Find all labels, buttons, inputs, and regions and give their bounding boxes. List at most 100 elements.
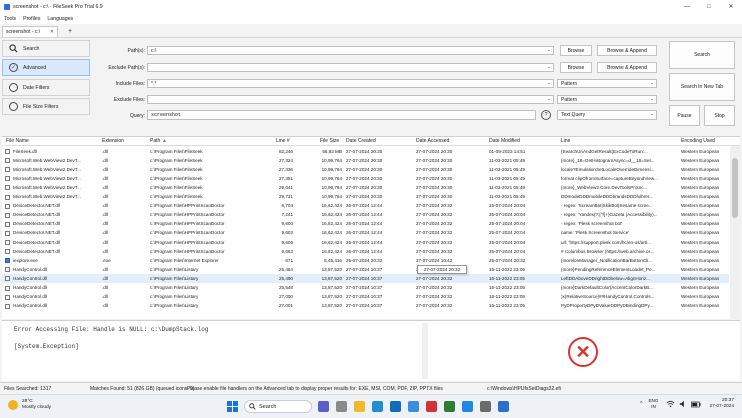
- table-row[interactable]: DeviceDetector.NET.dll .dll c:\Program Fil…: [2, 229, 729, 238]
- mail-icon[interactable]: [408, 401, 419, 412]
- col-date-modified[interactable]: Date Modified: [489, 138, 520, 144]
- cell-date-accessed: 27-07-2024 20:30: [416, 157, 453, 163]
- table-row[interactable]: DeviceDetector.NET.dll .dll c:\Program Fil…: [2, 220, 729, 229]
- browse-append-paths-button[interactable]: Browse & Append: [597, 45, 657, 56]
- table-row[interactable]: HandyControl.dll .dll c:\Program Files\Lis…: [2, 293, 729, 302]
- cell-path: c:\Program Files\Listary: [150, 294, 199, 300]
- lang-bottom: IN: [651, 404, 656, 409]
- maximize-button[interactable]: □: [698, 0, 720, 13]
- nav-search[interactable]: Search: [2, 40, 90, 57]
- exclude-files-mode-select[interactable]: Pattern ⌄: [557, 95, 657, 104]
- col-file-name[interactable]: File Name: [6, 138, 29, 144]
- taskbar-search[interactable]: Search: [244, 400, 312, 413]
- error-x-icon: ✕: [568, 337, 598, 367]
- chevron-down-icon[interactable]: ⌄: [547, 64, 551, 70]
- include-files-input[interactable]: *.* ⌄: [147, 79, 554, 88]
- col-date-accessed[interactable]: Date Accessed: [416, 138, 449, 144]
- language-indicator[interactable]: ENG IN: [648, 398, 658, 410]
- minimize-button[interactable]: —: [676, 0, 698, 13]
- browse-exclude-button[interactable]: Browse: [560, 62, 592, 73]
- task-view-icon[interactable]: [336, 401, 347, 412]
- table-row[interactable]: DeviceDetector.NET.dll .dll c:\Program Fil…: [2, 211, 729, 220]
- pause-button[interactable]: Pause: [669, 105, 700, 126]
- tab-close-icon[interactable]: ✕: [50, 29, 54, 35]
- help-icon[interactable]: ?: [541, 110, 551, 120]
- cell-date-created: 27-07-2024 20:30: [346, 148, 383, 154]
- nav-file-size-filters-label: File Size Filters: [23, 103, 59, 110]
- menu-profiles[interactable]: Profiles: [23, 16, 40, 22]
- table-row[interactable]: HandyControl.dll .dll c:\Program Files\Lis…: [2, 265, 729, 274]
- query-input[interactable]: screenshot: [147, 110, 536, 120]
- table-row[interactable]: DeviceDetector.NET.dll .dll c:\Program Fil…: [2, 238, 729, 247]
- app-icon-2[interactable]: [426, 401, 437, 412]
- tray-overflow-icon[interactable]: ^: [640, 401, 642, 407]
- edge-icon[interactable]: [372, 401, 383, 412]
- table-row[interactable]: HandyControl.dll .dll c:\Program Files\Lis…: [2, 274, 729, 284]
- nav-date-filters[interactable]: Date Filters: [2, 79, 90, 96]
- col-date-created[interactable]: Date Created: [346, 138, 376, 144]
- search-button[interactable]: Search: [669, 41, 735, 69]
- cell-file-size: 16,62,424: [321, 212, 342, 218]
- app-icon-4[interactable]: [462, 401, 473, 412]
- error-scrollbar[interactable]: [422, 323, 428, 379]
- table-row[interactable]: FileSeek.dll .dll c:\Program Files\FileSee…: [2, 147, 729, 156]
- table-row[interactable]: Microsoft.Web.WebView2.DevT... .dll c:\Pro…: [2, 193, 729, 202]
- app-icon-3[interactable]: [444, 401, 455, 412]
- store-icon[interactable]: [390, 401, 401, 412]
- cell-date-modified: 25-07-2024 20:04: [489, 212, 526, 218]
- nav-file-size-filters[interactable]: File Size Filters: [2, 98, 90, 115]
- col-path[interactable]: Path: [150, 138, 160, 144]
- cell-line: {more}_WebView2.Core.DevToolsProtoc...: [561, 184, 648, 190]
- search-new-tab-button[interactable]: Search In New Tab: [669, 73, 735, 101]
- browse-append-exclude-button[interactable]: Browse & Append: [597, 62, 657, 73]
- table-row[interactable]: DeviceDetector.NET.dll .dll c:\Program Fil…: [2, 247, 729, 256]
- col-extension[interactable]: Extension: [102, 138, 124, 144]
- browse-paths-button[interactable]: Browse: [560, 45, 592, 56]
- table-row[interactable]: iexplore.exe .exe c:\Program Files\Interne…: [2, 256, 729, 265]
- weather-widget[interactable]: 28°C Mostly cloudy: [8, 399, 51, 411]
- results-scrollbar[interactable]: [730, 146, 740, 319]
- stop-button[interactable]: Stop: [704, 105, 735, 126]
- scroll-thumb[interactable]: [732, 158, 738, 218]
- table-row[interactable]: Microsoft.Web.WebView2.DevT... .dll c:\Pro…: [2, 165, 729, 174]
- title-bar: screenshot - c:\ - FileSeek Pro Trial 6.…: [0, 0, 742, 13]
- table-row[interactable]: Microsoft.Web.WebView2.DevT... .dll c:\Pro…: [2, 156, 729, 165]
- error-panel: Error Accessing File: Handle is NULL: c:…: [2, 320, 740, 381]
- menu-tools[interactable]: Tools: [4, 16, 16, 22]
- col-line[interactable]: Line: [561, 138, 570, 144]
- windows-start-icon[interactable]: [227, 401, 238, 412]
- query-mode-select[interactable]: Text Query ⌄: [557, 110, 657, 120]
- fileseek-taskbar-icon[interactable]: [498, 401, 509, 412]
- menu-languages[interactable]: Languages: [47, 16, 73, 22]
- col-encoding[interactable]: Encoding Used: [681, 138, 715, 144]
- chevron-down-icon[interactable]: ⌄: [547, 80, 551, 86]
- query-label: Query:: [129, 113, 145, 119]
- col-line-number[interactable]: Line #: [276, 138, 290, 144]
- include-files-mode-select[interactable]: Pattern ⌄: [557, 79, 657, 88]
- chevron-down-icon[interactable]: ⌄: [547, 96, 551, 102]
- tab-screenshot[interactable]: screenshot - c:\ ✕: [2, 26, 58, 37]
- table-row[interactable]: Microsoft.Web.WebView2.DevT... .dll c:\Pro…: [2, 183, 729, 192]
- cell-date-modified: 11-03-2021 05:49: [489, 157, 525, 163]
- exclude-paths-input[interactable]: ⌄: [147, 63, 554, 72]
- nav-advanced[interactable]: ✓ Advanced: [2, 59, 90, 76]
- col-file-size[interactable]: File Size: [320, 138, 339, 144]
- paths-input[interactable]: c:\ ⌄: [147, 46, 554, 55]
- chevron-down-icon[interactable]: ⌄: [547, 47, 551, 53]
- close-button[interactable]: ✕: [720, 0, 742, 13]
- app-icon-5[interactable]: [480, 401, 491, 412]
- clock[interactable]: 20:37 27-07-2024: [709, 398, 734, 410]
- exclude-files-input[interactable]: ⌄: [147, 95, 554, 104]
- wifi-icon[interactable]: [666, 400, 675, 408]
- table-row[interactable]: DeviceDetector.NET.dll .dll c:\Program Fil…: [2, 202, 729, 211]
- cell-file-size: 16,62,424: [321, 230, 342, 236]
- battery-icon[interactable]: [691, 401, 702, 408]
- speaker-icon[interactable]: [679, 400, 687, 408]
- app-icon-1[interactable]: [318, 401, 329, 412]
- new-tab-button[interactable]: +: [64, 26, 76, 37]
- cell-file-name: Microsoft.Web.WebView2.DevT...: [13, 175, 81, 181]
- table-row[interactable]: HandyControl.dll .dll c:\Program Files\Lis…: [2, 302, 729, 311]
- table-row[interactable]: HandyControl.dll .dll c:\Program Files\Lis…: [2, 284, 729, 293]
- file-explorer-icon[interactable]: [354, 401, 365, 412]
- table-row[interactable]: Microsoft.Web.WebView2.DevT... .dll c:\Pro…: [2, 174, 729, 183]
